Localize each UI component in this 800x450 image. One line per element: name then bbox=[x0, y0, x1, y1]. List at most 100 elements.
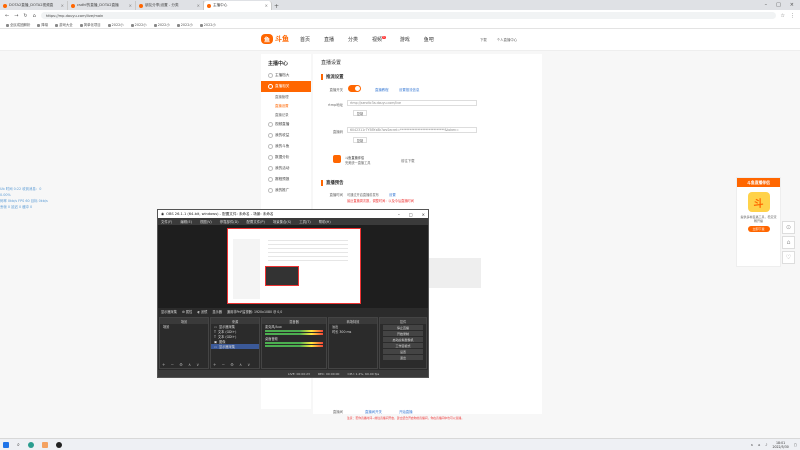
reload-icon[interactable]: ↻ bbox=[23, 13, 27, 19]
obs-menu-tools[interactable]: 工具(T) bbox=[299, 219, 311, 224]
home-icon[interactable]: ⌂ bbox=[33, 13, 36, 19]
source-item[interactable]: ▭ 显示器采集 bbox=[211, 344, 259, 349]
new-tab-button[interactable]: + bbox=[272, 3, 281, 10]
float-heart-icon[interactable]: ♡ bbox=[782, 251, 795, 264]
tab-dota2-live[interactable]: DOTA2直播_DOTA2视频直 × bbox=[0, 1, 68, 10]
network-icon[interactable]: ⌂ bbox=[758, 443, 760, 447]
sidebar-item-data[interactable]: 数据分析 bbox=[261, 152, 311, 163]
clock[interactable]: 18:01 2022/5/30 bbox=[772, 441, 788, 449]
bookmark-item[interactable]: 2022小 bbox=[199, 22, 216, 27]
float-target-icon[interactable]: ⊙ bbox=[782, 221, 795, 234]
nav-live[interactable]: 直播 bbox=[324, 36, 334, 43]
start-recording-button[interactable]: 开始录制 bbox=[383, 331, 423, 336]
star-icon[interactable]: ☆ bbox=[781, 13, 785, 19]
tab-share-settings[interactable]: 朋友分享|设置 - 分类 × bbox=[136, 1, 204, 10]
copy-code-button[interactable]: 复制 bbox=[353, 137, 367, 143]
obs-preview[interactable] bbox=[158, 225, 428, 314]
preview-setting-link[interactable]: 设置 bbox=[389, 192, 396, 197]
sidebar-item-activity[interactable]: 我的活动 bbox=[261, 163, 311, 174]
transition-duration[interactable]: 时长 300 ms bbox=[329, 329, 377, 334]
obs-menu-profile[interactable]: 配置文件(P) bbox=[247, 219, 265, 224]
obs-menu-scenes[interactable]: 场景集合(S) bbox=[273, 219, 291, 224]
douyu-logo[interactable]: 鱼斗鱼 bbox=[261, 34, 289, 44]
sidebar-item-profile[interactable]: 主播档大 bbox=[261, 70, 311, 81]
scene-item[interactable]: 场景 bbox=[160, 324, 208, 329]
notification-icon[interactable]: ▢ bbox=[794, 443, 797, 447]
forward-icon[interactable]: → bbox=[14, 13, 18, 19]
close-tab-icon[interactable]: × bbox=[61, 3, 64, 8]
virtual-camera-button[interactable]: 启动虚拟摄像机 bbox=[383, 337, 423, 342]
close-tab-icon[interactable]: × bbox=[197, 3, 200, 8]
preview-canvas[interactable] bbox=[227, 228, 361, 304]
assistant-promo-card[interactable]: 斗鱼直播伴侣 斗 提供多种直播工具，稳定流畅开播 立即下载 bbox=[736, 177, 781, 267]
tab-csdhf-live[interactable]: csdhf的直播_DOTA2直播 × bbox=[68, 1, 136, 10]
bookmark-item[interactable]: 2022小 bbox=[153, 22, 170, 27]
sidebar-sub-manage[interactable]: 直播管理 bbox=[261, 92, 311, 101]
display-select[interactable]: 通用非PnP监视器: 1920x1080 @ 0,0 bbox=[227, 309, 282, 314]
close-window-icon[interactable]: × bbox=[790, 2, 794, 8]
properties-button[interactable]: ⚙ 属性 bbox=[182, 309, 192, 314]
bookmark-item[interactable]: 2022小 bbox=[130, 22, 147, 27]
address-bar[interactable]: https://mp.douyu.com/live/main bbox=[40, 12, 776, 19]
start-live-link[interactable]: 开始直播 bbox=[399, 409, 413, 414]
bookmark-item[interactable]: 游戏大全 bbox=[55, 22, 73, 27]
exit-button[interactable]: 退出 bbox=[383, 355, 423, 360]
user-center-link[interactable]: 个人直播中心 bbox=[497, 37, 517, 42]
settings-button[interactable]: 设置 bbox=[383, 349, 423, 354]
obs-menu-file[interactable]: 文件(F) bbox=[161, 219, 172, 224]
close-tab-icon[interactable]: × bbox=[265, 3, 268, 8]
obs-menu-view[interactable]: 视图(V) bbox=[200, 219, 212, 224]
nav-video[interactable]: 视频1 bbox=[372, 36, 386, 43]
sidebar-item-video[interactable]: 视频直播 bbox=[261, 119, 311, 130]
nav-category[interactable]: 分类 bbox=[348, 36, 358, 43]
obs-maximize-icon[interactable]: □ bbox=[409, 212, 413, 217]
back-icon[interactable]: ← bbox=[5, 13, 9, 19]
copy-rtmp-button[interactable]: 复制 bbox=[353, 110, 367, 116]
obs-menu-edit[interactable]: 编辑(E) bbox=[180, 219, 192, 224]
sidebar-item-mydouyu[interactable]: 我的斗鱼 bbox=[261, 141, 311, 152]
sidebar-sub-settings[interactable]: 直播设置 bbox=[261, 101, 311, 110]
scenes-dock-buttons[interactable]: + − ⚙ ∧ ∨ bbox=[162, 362, 201, 367]
float-home-icon[interactable]: ⌂ bbox=[782, 236, 795, 249]
start-windows-icon[interactable] bbox=[3, 441, 9, 448]
sources-dock-buttons[interactable]: + − ⚙ ∧ ∨ bbox=[213, 362, 252, 367]
maximize-icon[interactable]: □ bbox=[776, 2, 781, 8]
rtmp-field[interactable]: rtmp://sendtc3a.douyu.com/live bbox=[347, 100, 477, 106]
search-icon[interactable]: ⌕ bbox=[17, 442, 20, 448]
sidebar-sub-records[interactable]: 直播记录 bbox=[261, 110, 311, 119]
bookmark-item[interactable]: 降噪 bbox=[37, 22, 48, 27]
sidebar-item-live[interactable]: 直播相关 bbox=[261, 81, 311, 92]
sidebar-item-promo[interactable]: 我的推广 bbox=[261, 185, 311, 196]
menu-icon[interactable]: ⋮ bbox=[790, 13, 795, 19]
live-toggle[interactable] bbox=[348, 85, 361, 92]
update-stream-link[interactable]: 设置推流信息 bbox=[399, 87, 419, 92]
volume-icon[interactable]: ♪ bbox=[765, 443, 767, 447]
sidebar-item-schedule[interactable]: 赛程预报 bbox=[261, 174, 311, 185]
sidebar-item-income[interactable]: 我的收益 bbox=[261, 130, 311, 141]
obs-taskbar-icon[interactable] bbox=[55, 441, 62, 448]
nav-home[interactable]: 首页 bbox=[300, 36, 310, 43]
tray-expand-icon[interactable]: ∧ bbox=[751, 443, 753, 447]
download-link[interactable]: 下载 bbox=[480, 37, 487, 42]
stream-code-field[interactable]: 6042311r7Y5BYx8k?wsSecret=**************… bbox=[347, 127, 477, 133]
bookmark-item[interactable]: 2022小 bbox=[107, 22, 124, 27]
browser-taskbar-icon[interactable] bbox=[27, 441, 34, 448]
stop-streaming-button[interactable]: 停止直播 bbox=[383, 325, 423, 330]
nav-games[interactable]: 游戏 bbox=[400, 36, 410, 43]
obs-menu-docks[interactable]: 停靠部件(D) bbox=[220, 219, 239, 224]
assistant-download-link[interactable]: 前往下载 bbox=[401, 158, 415, 163]
obs-close-icon[interactable]: × bbox=[422, 212, 425, 217]
tab-anchor-center[interactable]: 主播中心 × bbox=[204, 1, 272, 10]
bookmark-item[interactable]: 2022小 bbox=[176, 22, 193, 27]
minimize-icon[interactable]: – bbox=[765, 2, 768, 8]
bookmark-item[interactable]: 全民成团解析 bbox=[6, 22, 30, 27]
bookmark-item[interactable]: 简单化项目 bbox=[79, 22, 101, 27]
studio-mode-button[interactable]: 工作室模式 bbox=[383, 343, 423, 348]
filters-button[interactable]: ◐ 滤镜 bbox=[197, 309, 207, 314]
obs-minimize-icon[interactable]: – bbox=[398, 212, 400, 217]
tutorial-link[interactable]: 直播教程 bbox=[375, 87, 389, 92]
room-switch-link[interactable]: 直播间开关 bbox=[365, 409, 382, 414]
obs-menu-help[interactable]: 帮助(H) bbox=[319, 219, 331, 224]
close-tab-icon[interactable]: × bbox=[129, 3, 132, 8]
promo-download-button[interactable]: 立即下载 bbox=[747, 226, 770, 232]
